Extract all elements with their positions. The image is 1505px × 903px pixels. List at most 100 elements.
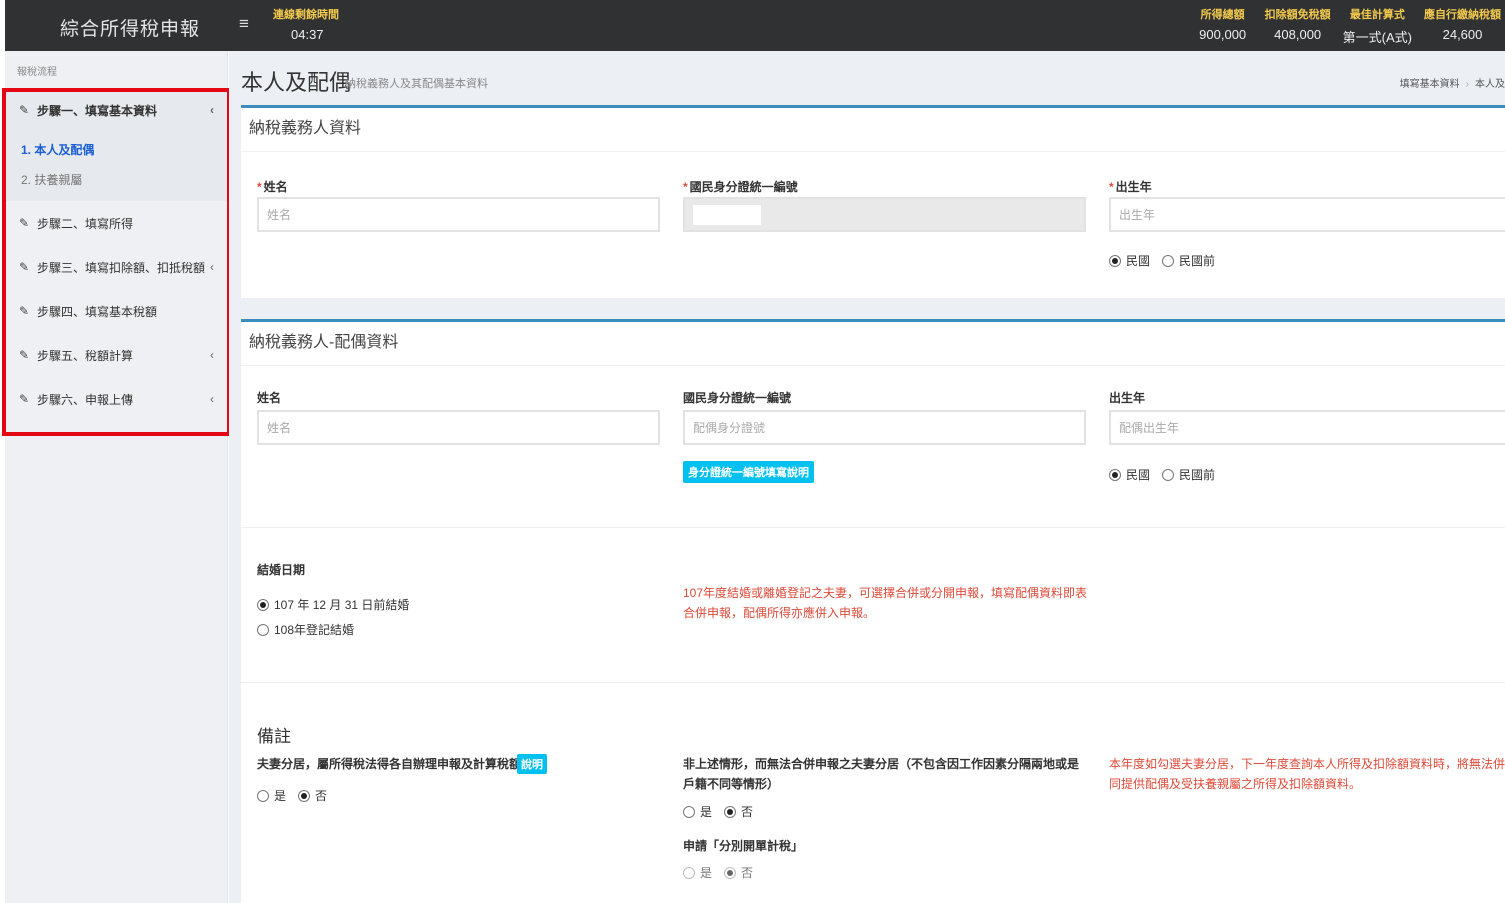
taxpayer-id-label: * 國民身分證統一編號 bbox=[683, 180, 798, 194]
sidebar-step-6[interactable]: ✎ 步驟六、申報上傳 ‹ bbox=[5, 377, 228, 421]
taxpayer-name-label: * 姓名 bbox=[257, 180, 288, 194]
pencil-icon: ✎ bbox=[19, 216, 30, 230]
taxpayer-id-input[interactable] bbox=[683, 197, 1086, 232]
stat-tax-payable: 應自行繳納稅額 24,600 bbox=[1424, 6, 1501, 46]
step-label: 步驟五、稅額計算 bbox=[37, 348, 134, 363]
marriage-2019-radio[interactable] bbox=[257, 623, 269, 636]
marriage-before-2018-label: 107 年 12 月 31 日前結婚 bbox=[274, 598, 410, 612]
separation-no-radio[interactable] bbox=[298, 789, 311, 802]
other-separation-no-radio[interactable] bbox=[724, 805, 737, 818]
step-label: 步驟四、填寫基本稅額 bbox=[37, 304, 158, 319]
era-pre-roc-label: 民國前 bbox=[1179, 468, 1216, 482]
menu-toggle-icon[interactable]: ≡ bbox=[239, 14, 249, 34]
sidebar-step-3[interactable]: ✎ 步驟三、填寫扣除額、扣抵稅額 ‹ bbox=[5, 245, 228, 289]
main-content: 本人及配偶 納稅義務人及其配偶基本資料 填寫基本資料 › 本人及 納稅義務人資料 *… bbox=[229, 51, 1505, 903]
stat-label: 扣除額免稅額 bbox=[1264, 9, 1331, 21]
separation-question: 夫妻分居，屬所得稅法得各自辦理申報及計算稅額者 bbox=[257, 754, 557, 774]
sidebar-step-5[interactable]: ✎ 步驟五、稅額計算 ‹ bbox=[5, 333, 228, 377]
spouse-era-radios: 民國 民國前 bbox=[1109, 466, 1215, 483]
stat-value: 24,600 bbox=[1442, 27, 1483, 42]
stat-label: 應自行繳納稅額 bbox=[1424, 9, 1501, 21]
sidebar: 報稅流程 ✎ 步驟一、填寫基本資料 ‹ 1. 本人及配偶 2. 扶養親屬 ✎ 步… bbox=[5, 51, 228, 903]
breadcrumb-separator-icon: › bbox=[1465, 79, 1469, 90]
separate-billing-radios: 是 否 bbox=[683, 864, 753, 881]
remarks-title: 備註 bbox=[257, 727, 291, 746]
stat-value: 900,000 bbox=[1199, 27, 1247, 42]
spouse-birth-input[interactable]: 配偶出生年 bbox=[1109, 410, 1505, 445]
stat-value: 第一式(A式) bbox=[1342, 30, 1412, 45]
yes-label: 是 bbox=[700, 866, 713, 880]
breadcrumb-item[interactable]: 本人及 bbox=[1475, 79, 1505, 90]
step-label: 步驟三、填寫扣除額、扣抵稅額 bbox=[37, 260, 206, 275]
separation-note: 本年度如勾選夫妻分居，下一年度查詢本人所得及扣除額資料時，將無法併同提供配偶及受… bbox=[1109, 757, 1505, 791]
separation-yes-radio[interactable] bbox=[257, 789, 269, 802]
marriage-2019-label: 108年登記結婚 bbox=[274, 623, 355, 637]
spouse-id-input[interactable]: 配偶身分證號 bbox=[683, 410, 1086, 445]
marriage-before-2018-radio[interactable] bbox=[257, 598, 269, 611]
taxpayer-birth-input[interactable]: 出生年 bbox=[1109, 197, 1505, 232]
tax-summary: 所得總額 900,000 扣除額免稅額 408,000 最佳計算式 第一式(A式… bbox=[1181, 6, 1501, 46]
substep-self-and-spouse[interactable]: 1. 本人及配偶 bbox=[21, 135, 228, 165]
chevron-left-icon: ‹ bbox=[210, 260, 214, 274]
placeholder: 出生年 bbox=[1119, 208, 1156, 222]
breadcrumb: 填寫基本資料 › 本人及 bbox=[1400, 75, 1505, 90]
marriage-date-label: 結婚日期 bbox=[257, 563, 306, 577]
no-label: 否 bbox=[741, 866, 754, 880]
sidebar-title: 報稅流程 bbox=[17, 67, 57, 78]
breadcrumb-item[interactable]: 填寫基本資料 bbox=[1400, 79, 1460, 90]
step-label: 步驟二、填寫所得 bbox=[37, 216, 134, 231]
spouse-name-label: 姓名 bbox=[257, 391, 282, 405]
step-1-submenu: 1. 本人及配偶 2. 扶養親屬 bbox=[5, 131, 228, 201]
spouse-birth-label: 出生年 bbox=[1109, 391, 1146, 405]
era-pre-roc-radio[interactable] bbox=[1162, 254, 1175, 267]
divider bbox=[241, 682, 1505, 683]
spouse-name-input[interactable]: 姓名 bbox=[257, 410, 660, 445]
sidebar-step-1[interactable]: ✎ 步驟一、填寫基本資料 ‹ bbox=[5, 89, 228, 131]
session-timer-label: 連線剩餘時間 bbox=[273, 9, 339, 21]
separate-billing-no-radio[interactable] bbox=[724, 866, 737, 879]
marriage-2019-option: 108年登記結婚 bbox=[257, 621, 354, 638]
stat-label: 最佳計算式 bbox=[1349, 9, 1405, 21]
page-title: 本人及配偶 bbox=[241, 70, 352, 95]
no-label: 否 bbox=[741, 805, 754, 819]
separation-help-button[interactable]: 說明 bbox=[517, 754, 547, 774]
sidebar-step-2[interactable]: ✎ 步驟二、填寫所得 bbox=[5, 201, 228, 245]
placeholder: 配偶出生年 bbox=[1119, 421, 1180, 435]
taxpayer-name-input[interactable]: 姓名 bbox=[257, 197, 660, 232]
label-text: 姓名 bbox=[263, 180, 288, 194]
no-label: 否 bbox=[315, 789, 328, 803]
era-roc-label: 民國 bbox=[1126, 468, 1151, 482]
era-roc-radio[interactable] bbox=[1109, 254, 1121, 267]
stat-deductions: 扣除額免稅額 408,000 bbox=[1265, 6, 1331, 46]
substep-dependents[interactable]: 2. 扶養親屬 bbox=[21, 165, 228, 195]
pencil-icon: ✎ bbox=[19, 304, 30, 318]
taxpayer-birth-label: * 出生年 bbox=[1109, 180, 1152, 194]
era-roc-label: 民國 bbox=[1126, 254, 1151, 268]
page-subtitle: 納稅義務人及其配偶基本資料 bbox=[345, 78, 488, 90]
stat-best-method: 最佳計算式 第一式(A式) bbox=[1343, 6, 1412, 46]
spouse-panel-title: 納稅義務人-配偶資料 bbox=[241, 322, 1505, 366]
sidebar-step-4[interactable]: ✎ 步驟四、填寫基本稅額 bbox=[5, 289, 228, 333]
step-list: ✎ 步驟一、填寫基本資料 ‹ 1. 本人及配偶 2. 扶養親屬 ✎ 步驟二、填寫… bbox=[5, 89, 228, 421]
other-separation-question: 非上述情形，而無法合併申報之夫妻分居（不包含因工作因素分隔兩地或是戶籍不同等情形… bbox=[683, 757, 1080, 791]
taxpayer-panel-title: 納稅義務人資料 bbox=[241, 108, 1505, 152]
placeholder: 姓名 bbox=[267, 208, 292, 222]
taxpayer-era-radios: 民國 民國前 bbox=[1109, 252, 1215, 269]
step-label: 步驟六、申報上傳 bbox=[37, 392, 134, 407]
yes-label: 是 bbox=[274, 789, 287, 803]
other-separation-yes-radio[interactable] bbox=[683, 805, 695, 818]
separate-billing-yes-radio[interactable] bbox=[683, 866, 695, 879]
divider bbox=[241, 527, 1505, 528]
top-navbar: 綜合所得稅申報 ≡ 連線剩餘時間 04:37 所得總額 900,000 扣除額免… bbox=[5, 0, 1505, 51]
separation-radios: 是 否 bbox=[257, 787, 327, 804]
label-text: 出生年 bbox=[1115, 180, 1152, 194]
spouse-panel: 納稅義務人-配偶資料 姓名 姓名 國民身分證統一編號 配偶身分證號 身分證統一編… bbox=[241, 319, 1505, 903]
separation-question-text: 夫妻分居，屬所得稅法得各自辦理申報及計算稅額者 bbox=[257, 757, 534, 771]
pencil-icon: ✎ bbox=[19, 103, 30, 117]
id-help-button[interactable]: 身分證統一編號填寫說明 bbox=[683, 461, 814, 483]
era-roc-radio[interactable] bbox=[1109, 468, 1121, 481]
redacted-value bbox=[693, 204, 761, 225]
placeholder: 配偶身分證號 bbox=[693, 421, 766, 435]
app-title[interactable]: 綜合所得稅申報 bbox=[60, 14, 200, 41]
era-pre-roc-radio[interactable] bbox=[1162, 468, 1175, 481]
